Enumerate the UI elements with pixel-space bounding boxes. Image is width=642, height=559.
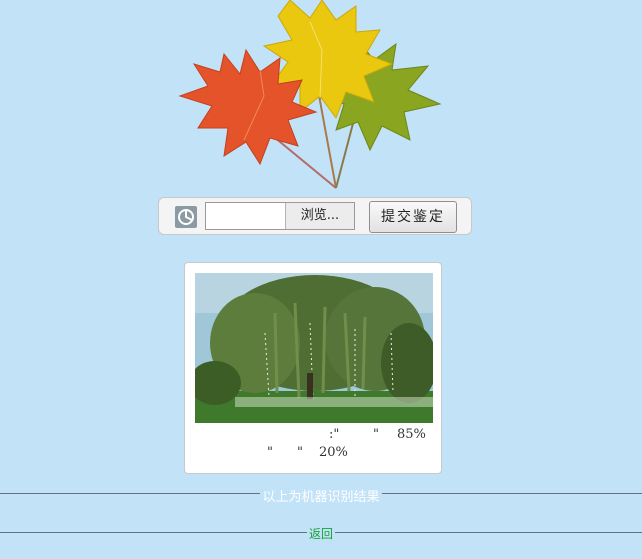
result-line-2-percent: 20% [319, 445, 348, 460]
result-line-1-quote-close: " [373, 427, 379, 442]
uploaded-willow-tree-image [195, 273, 433, 423]
image-file-icon [175, 206, 197, 228]
result-line-2-quote-open: " [267, 445, 273, 460]
result-caption-text: 以上为机器识别结果 [260, 490, 382, 505]
back-link-row: 返回 [0, 525, 642, 542]
submit-identify-button[interactable]: 提交鉴定 [369, 201, 457, 233]
maple-leaves-logo [178, 0, 442, 189]
file-input[interactable]: 浏览... [205, 202, 355, 230]
back-link[interactable]: 返回 [306, 527, 335, 541]
result-line-1-percent: 85% [397, 427, 426, 442]
browse-button[interactable]: 浏览... [285, 203, 354, 229]
result-line-2-quote-close: " [297, 445, 303, 460]
upload-bar: 浏览... 提交鉴定 [158, 197, 472, 235]
result-line-1-quote-open: :" [329, 427, 340, 442]
result-caption: 以上为机器识别结果 [0, 486, 642, 505]
result-card: :" " 85% " " 20% [184, 262, 442, 474]
